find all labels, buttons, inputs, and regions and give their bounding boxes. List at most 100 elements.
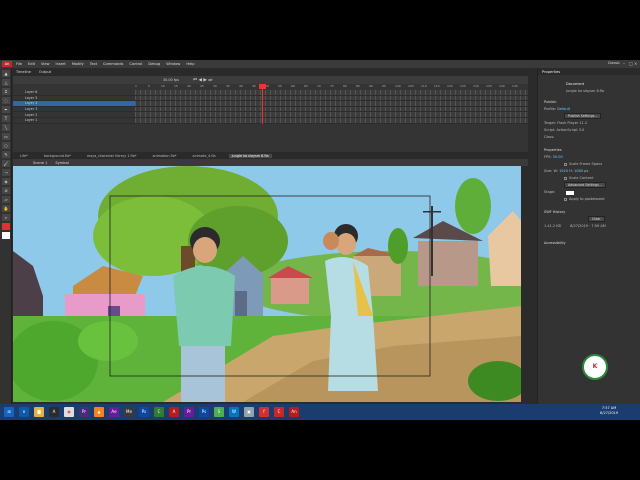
menu-debug[interactable]: Debug xyxy=(148,62,160,66)
advanced-settings-button[interactable]: Advanced Settings... xyxy=(564,182,606,188)
free-transform-tool-icon[interactable]: ⌗ xyxy=(2,88,10,95)
layer-name[interactable]: Layer 3 xyxy=(13,107,113,111)
script-select[interactable]: ActionScript 3.0 xyxy=(556,128,584,132)
app-s-icon[interactable]: S xyxy=(214,407,224,417)
symbol-label[interactable]: Symbol xyxy=(55,161,68,165)
fps-readout[interactable]: 30.00 fps xyxy=(163,78,179,82)
photoshop-icon[interactable]: Ps xyxy=(139,407,149,417)
eraser-tool-icon[interactable]: ▱ xyxy=(2,196,10,203)
layer-frames[interactable] xyxy=(135,90,528,95)
width-value[interactable]: 1920 xyxy=(559,169,568,173)
target-select[interactable]: Flash Player 11.2 xyxy=(557,121,587,125)
folder-icon[interactable]: ▇ xyxy=(34,407,44,417)
publish-section-header[interactable]: Publish xyxy=(538,99,640,106)
layer-frames[interactable] xyxy=(135,117,528,123)
menu-insert[interactable]: Insert xyxy=(56,62,66,66)
layer-name[interactable]: Layer 2 xyxy=(13,113,113,117)
menu-modify[interactable]: Modify xyxy=(72,62,84,66)
layer-frames[interactable] xyxy=(135,101,528,106)
pencil-tool-icon[interactable]: ✎ xyxy=(2,151,10,158)
pen-tool-icon[interactable]: ✒ xyxy=(2,106,10,113)
ie-icon[interactable]: e xyxy=(19,407,29,417)
menu-commands[interactable]: Commands xyxy=(103,62,123,66)
accessibility-header[interactable]: Accessibility xyxy=(538,240,640,247)
layer-name[interactable]: Layer 6 xyxy=(13,90,113,94)
app-window-icon[interactable]: ▣ xyxy=(244,407,254,417)
tab-output[interactable]: Output xyxy=(39,70,51,74)
stage-color-swatch[interactable] xyxy=(566,190,574,195)
stage-canvas[interactable] xyxy=(13,166,521,402)
workspace-switcher[interactable]: Classic xyxy=(608,61,620,65)
flash-player-icon[interactable]: f xyxy=(259,407,269,417)
layer-frames[interactable] xyxy=(135,112,528,117)
paint-bucket-icon[interactable]: ◈ xyxy=(2,178,10,185)
text-tool-icon[interactable]: T xyxy=(2,115,10,122)
menu-text[interactable]: Text xyxy=(90,62,97,66)
scale-frame-spans-checkbox[interactable] xyxy=(564,162,567,166)
after-effects-icon[interactable]: Ae xyxy=(109,407,119,417)
layer-frames[interactable] xyxy=(135,95,528,101)
menu-edit[interactable]: Edit xyxy=(28,62,35,66)
photoshop-2-icon[interactable]: Ps xyxy=(199,407,209,417)
zoom-tool-icon[interactable]: ⌕ xyxy=(2,214,10,221)
playback-controls-icon[interactable]: ⏮ ◀ ▶ ⏭ xyxy=(193,77,212,83)
profile-value[interactable]: Default xyxy=(557,107,570,111)
swf-history-header[interactable]: SWF History xyxy=(538,209,640,216)
layer-row[interactable]: Layer 1 xyxy=(13,117,528,124)
document-tab[interactable]: animation.fla* xyxy=(149,154,179,158)
scale-frame-spans-label: Scale Frame Spans xyxy=(569,162,603,166)
height-value[interactable]: 1080 xyxy=(574,169,583,173)
document-tab[interactable]: Life* xyxy=(17,154,31,158)
fps-value[interactable]: 30.00 xyxy=(553,155,563,159)
word-icon[interactable]: W xyxy=(229,407,239,417)
premiere-2-icon[interactable]: Pr xyxy=(184,407,194,417)
scene-label[interactable]: Scene 1 xyxy=(33,161,47,165)
hand-tool-icon[interactable]: ✋ xyxy=(2,205,10,212)
menu-control[interactable]: Control xyxy=(129,62,142,66)
subselection-tool-icon[interactable]: △ xyxy=(2,79,10,86)
publish-settings-button[interactable]: Publish Settings... xyxy=(564,113,602,119)
selection-tool-icon[interactable]: ▲ xyxy=(2,70,10,77)
document-tab[interactable]: background.fla* xyxy=(41,154,74,158)
tab-timeline[interactable]: Timeline xyxy=(16,70,31,74)
line-tool-icon[interactable]: ╲ xyxy=(2,124,10,131)
minimize-icon[interactable]: – xyxy=(623,61,628,66)
oval-tool-icon[interactable]: ○ xyxy=(2,142,10,149)
properties-tab[interactable]: Properties xyxy=(542,70,560,74)
menu-file[interactable]: File xyxy=(16,62,22,66)
layer-name[interactable]: Layer 4 xyxy=(13,101,113,105)
close-icon[interactable]: × xyxy=(634,61,639,66)
eyedropper-icon[interactable]: ⊘ xyxy=(2,187,10,194)
scale-content-checkbox[interactable] xyxy=(564,176,567,180)
brush-tool-icon[interactable]: 🖌 xyxy=(2,160,10,167)
layer-frames[interactable] xyxy=(135,106,528,112)
menu-window[interactable]: Window xyxy=(166,62,180,66)
document-tab[interactable]: animate_4.fla xyxy=(190,154,219,158)
animate-app-icon[interactable]: A xyxy=(49,407,59,417)
menu-help[interactable]: Help xyxy=(186,62,194,66)
chrome-icon[interactable]: ◉ xyxy=(64,407,74,417)
lasso-tool-icon[interactable]: ◌ xyxy=(2,97,10,104)
taskbar-clock[interactable]: 7:57 AM 8/27/2019 xyxy=(600,406,618,416)
media-encoder-icon[interactable]: Me xyxy=(124,407,134,417)
document-tab[interactable]: maya_character library 1.fla* xyxy=(84,154,140,158)
menu-view[interactable]: View xyxy=(41,62,50,66)
camtasia-icon[interactable]: C xyxy=(154,407,164,417)
animate-2-icon[interactable]: An xyxy=(289,407,299,417)
premiere-icon[interactable]: Pr xyxy=(79,407,89,417)
adobe-reader-icon[interactable]: A xyxy=(169,407,179,417)
playhead[interactable] xyxy=(262,84,263,124)
rectangle-tool-icon[interactable]: ▭ xyxy=(2,133,10,140)
properties-section-header[interactable]: Properties xyxy=(538,147,640,154)
layer-name[interactable]: Layer 5 xyxy=(13,96,113,100)
clear-history-button[interactable]: Clear xyxy=(588,216,605,222)
layer-name[interactable]: Layer 1 xyxy=(13,118,113,122)
apply-pasteboard-checkbox[interactable] xyxy=(564,197,567,201)
stroke-color-swatch[interactable] xyxy=(2,223,10,230)
vlc-icon[interactable]: ▲ xyxy=(94,407,104,417)
bone-tool-icon[interactable]: ⊸ xyxy=(2,169,10,176)
start-button-icon[interactable]: ⊞ xyxy=(4,407,14,417)
camera-app-icon[interactable]: C xyxy=(274,407,284,417)
fill-color-swatch[interactable] xyxy=(2,232,10,239)
document-tab[interactable]: jungle ka slaysm 8.fla xyxy=(228,153,272,158)
